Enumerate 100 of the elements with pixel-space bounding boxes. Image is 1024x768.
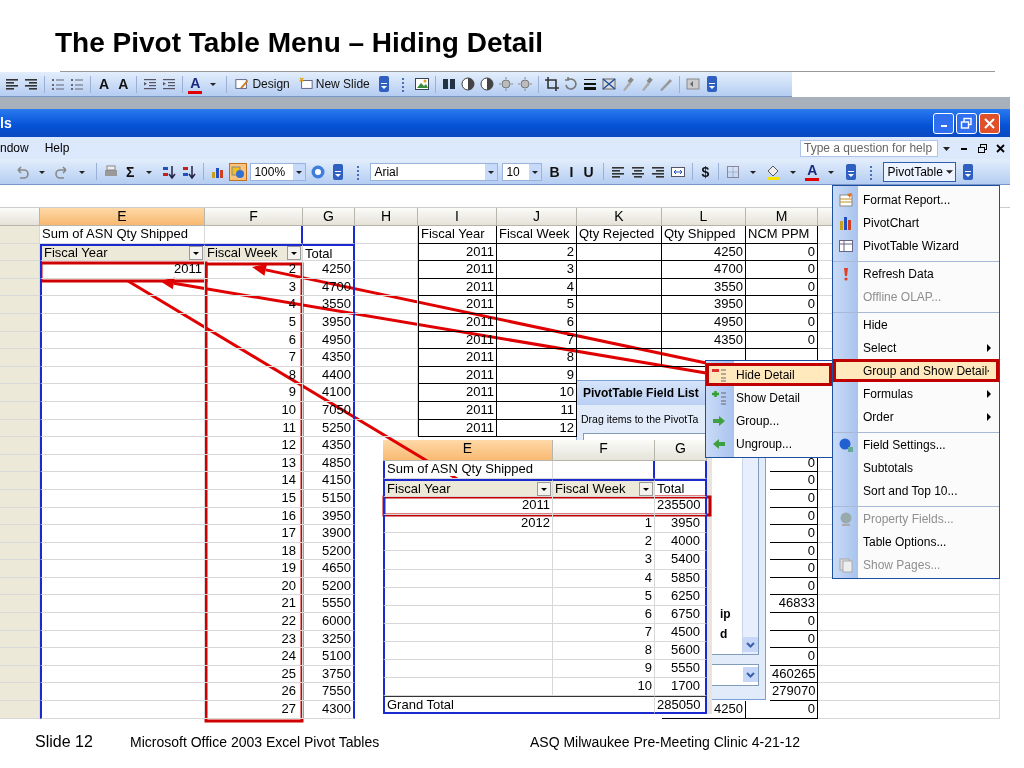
align-right-icon[interactable]: [23, 76, 39, 92]
pen-icon[interactable]: [657, 76, 674, 92]
sort-descending-icon[interactable]: [181, 163, 198, 180]
column-header[interactable]: F: [205, 208, 303, 226]
menu-item[interactable]: Group and Show Detail: [833, 359, 999, 382]
table-cell: 16: [205, 507, 303, 526]
outdent-icon[interactable]: [142, 76, 159, 92]
pivottable-menu-button[interactable]: PivotTable: [883, 161, 956, 182]
column-header[interactable]: M: [746, 208, 818, 226]
font-color-button[interactable]: A: [805, 162, 820, 181]
menu-item[interactable]: Formulas: [833, 382, 999, 405]
table-cell: 7550: [303, 683, 355, 702]
table-cell: 9: [205, 384, 303, 402]
table-cell: 5600: [655, 641, 707, 661]
format-button[interactable]: A: [115, 74, 132, 94]
borders-icon[interactable]: [725, 163, 742, 180]
table-cell: 3950: [662, 296, 746, 314]
menu-item[interactable]: Format Report...: [833, 188, 999, 211]
paint-bucket-icon[interactable]: [765, 163, 782, 180]
compress-icon[interactable]: [600, 76, 617, 92]
table-cell: 0: [770, 577, 818, 596]
columns-icon[interactable]: [440, 76, 457, 92]
table-cell: Qty Shipped: [662, 226, 746, 244]
sort-ascending-icon[interactable]: [161, 163, 178, 180]
table-cell: 25: [205, 665, 303, 684]
design-button[interactable]: Design: [232, 74, 293, 94]
column-header[interactable]: G: [303, 208, 355, 226]
menu-item[interactable]: ndow: [0, 141, 37, 155]
sun-icon[interactable]: [497, 76, 514, 92]
column-header[interactable]: F: [553, 440, 655, 461]
undo-icon[interactable]: [14, 163, 30, 180]
format-button[interactable]: U: [580, 161, 597, 182]
chevron-down-icon[interactable]: [743, 637, 758, 652]
format-button[interactable]: I: [566, 161, 577, 182]
reset-icon[interactable]: [684, 76, 701, 92]
image-icon[interactable]: [413, 76, 430, 92]
help-icon[interactable]: [310, 163, 327, 180]
menu-item[interactable]: Order: [833, 405, 999, 428]
new-slide-button[interactable]: New Slide: [295, 74, 373, 94]
dropdown-button[interactable]: [189, 245, 203, 260]
menu-item[interactable]: Subtotals: [833, 456, 999, 479]
table-cell: 4350: [303, 349, 355, 367]
crop-icon[interactable]: [543, 76, 560, 92]
bulleted-list-icon[interactable]: [50, 76, 66, 92]
column-header[interactable]: K: [577, 208, 662, 226]
menu-item[interactable]: Hide Detail: [706, 363, 832, 386]
field-item[interactable]: d: [720, 624, 728, 644]
contrast-icon[interactable]: [459, 76, 476, 92]
table-cell: 2011: [418, 261, 497, 279]
submenu-arrow-icon: [985, 343, 993, 352]
contrast-icon[interactable]: [478, 76, 495, 92]
table-cell: 3: [553, 551, 655, 570]
indent-icon[interactable]: [161, 76, 178, 92]
format-button[interactable]: B: [546, 161, 563, 182]
menu-item[interactable]: Help: [44, 141, 78, 155]
column-header[interactable]: E: [40, 208, 205, 226]
table-cell: 8: [553, 641, 655, 661]
sun-icon[interactable]: [516, 76, 533, 92]
dropdown-button[interactable]: [287, 245, 301, 260]
format-button[interactable]: $: [698, 161, 713, 182]
menu-item[interactable]: Field Settings...: [833, 432, 999, 456]
menu-item[interactable]: PivotTable Wizard: [833, 234, 999, 257]
help-search-field[interactable]: Type a question for help: [800, 139, 938, 157]
menu-item[interactable]: Select: [833, 336, 999, 359]
drawing-icon[interactable]: [230, 163, 247, 180]
field-item[interactable]: ip: [720, 604, 731, 624]
line-style-icon[interactable]: [581, 76, 598, 92]
redo-icon[interactable]: [54, 163, 70, 180]
menu-item[interactable]: PivotChart: [833, 211, 999, 234]
chevron-down-icon[interactable]: [743, 667, 758, 682]
table-cell: 10: [205, 401, 303, 420]
table-cell: 1700: [655, 678, 707, 697]
table-cell: 0: [770, 489, 818, 508]
table-cell: 0: [746, 701, 818, 719]
window-title: ls: [0, 115, 12, 131]
dropdown-button[interactable]: [639, 481, 653, 496]
combo-field[interactable]: Arial: [370, 162, 499, 181]
menu-item[interactable]: Group...: [706, 409, 832, 432]
table-cell: 4650: [303, 560, 355, 578]
table-cell: 0: [746, 278, 818, 297]
rotate-icon[interactable]: [562, 76, 579, 92]
format-button[interactable]: Σ: [123, 161, 138, 182]
combo-field[interactable]: 10: [502, 162, 543, 181]
menu-item[interactable]: Hide: [833, 312, 999, 336]
numbered-list-icon[interactable]: [69, 76, 85, 92]
pivot-field-label: Fiscal Year: [387, 480, 451, 497]
format-button[interactable]: A: [96, 74, 113, 94]
menu-item[interactable]: Ungroup...: [706, 432, 832, 455]
combo-field[interactable]: 100%: [250, 162, 307, 181]
column-header[interactable]: H: [355, 208, 418, 226]
dropdown-button[interactable]: [537, 481, 551, 496]
menu-item[interactable]: Table Options...: [833, 530, 999, 553]
menu-item[interactable]: Refresh Data: [833, 261, 999, 285]
font-color-button[interactable]: A: [188, 74, 203, 94]
align-left-icon[interactable]: [4, 76, 20, 92]
menu-item[interactable]: Sort and Top 10...: [833, 479, 999, 502]
minimize-icon: [940, 125, 947, 127]
column-header[interactable]: L: [662, 208, 746, 226]
column-header[interactable]: J: [497, 208, 577, 226]
column-header[interactable]: I: [418, 208, 497, 226]
